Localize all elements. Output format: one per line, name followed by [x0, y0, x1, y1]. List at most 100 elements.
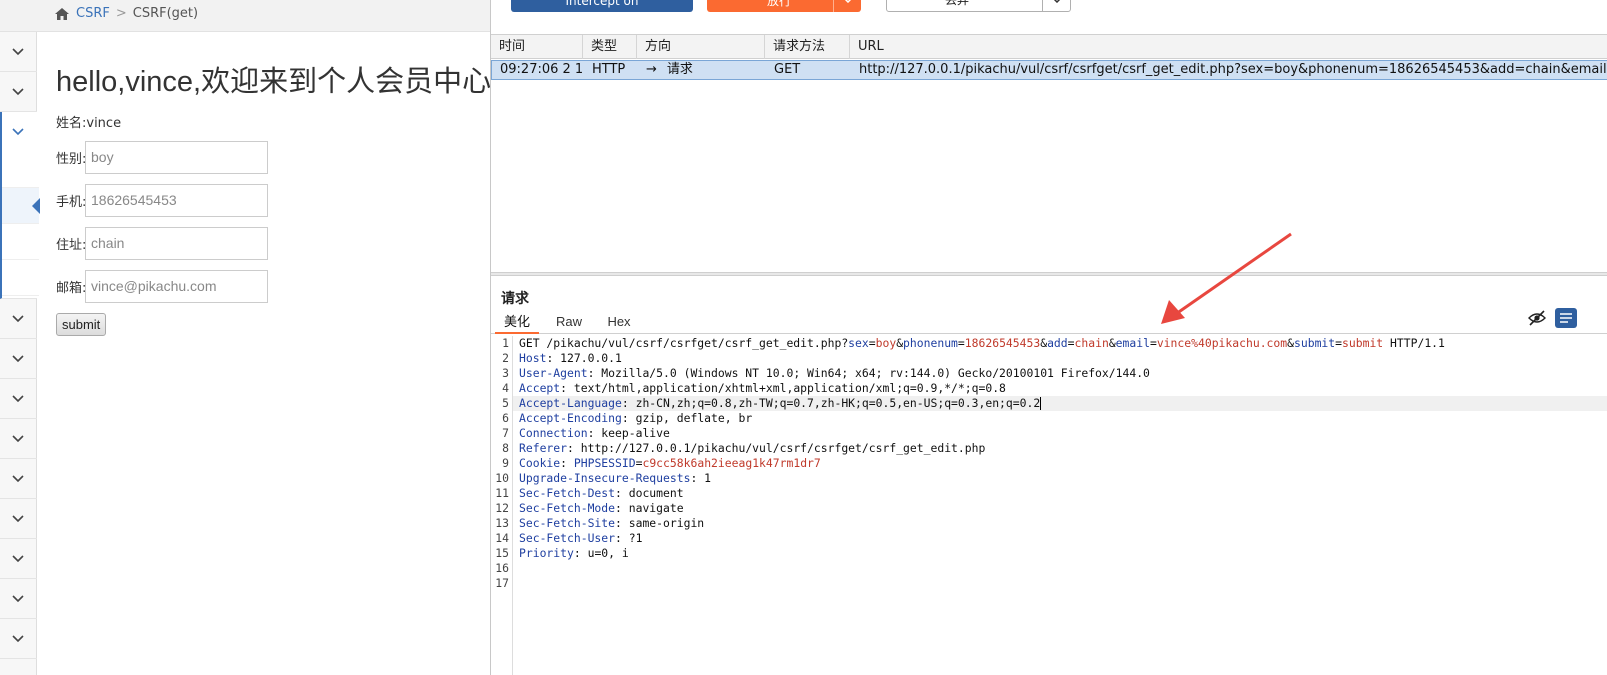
line-number: 15 — [495, 546, 509, 560]
param-value: 18626545453 — [964, 336, 1041, 350]
address-row: 住址: chain — [56, 227, 490, 260]
param-value: boy — [875, 336, 897, 350]
home-icon[interactable] — [54, 7, 70, 21]
column-header-type[interactable]: 类型 — [583, 35, 637, 59]
sidebar-subitem-csrf-get[interactable] — [2, 188, 40, 224]
sidebar-subitem[interactable] — [2, 260, 39, 296]
header-line: Sec-Fetch-Mode: navigate — [519, 501, 684, 515]
address-input[interactable]: chain — [85, 227, 268, 260]
sidebar-item[interactable] — [0, 539, 37, 579]
web-page: CSRF > CSRF(get) hello,vince,欢迎来到个人会员中心 … — [0, 0, 490, 675]
cell-type: HTTP — [592, 62, 626, 77]
column-header-method[interactable]: 请求方法 — [765, 35, 850, 59]
line-number: 4 — [502, 381, 509, 395]
sidebar-item[interactable] — [0, 339, 37, 379]
tab-raw[interactable]: Raw — [549, 312, 589, 334]
sidebar-subitem[interactable] — [2, 152, 39, 188]
header-name: Upgrade-Insecure-Requests — [519, 471, 691, 485]
chevron-down-icon — [12, 315, 24, 323]
header-value: zh-CN,zh;q=0.8,zh-TW;q=0.7,zh-HK;q=0.5,e… — [635, 396, 1041, 410]
breadcrumb: CSRF > CSRF(get) — [54, 6, 198, 21]
sidebar-item[interactable] — [0, 459, 37, 499]
options-menu-button[interactable] — [1555, 308, 1577, 328]
intercept-queue-table: 时间 类型 方向 请求方法 URL 09:27:06 2 1... HTTP →… — [491, 34, 1607, 274]
sidebar-item[interactable] — [0, 579, 37, 619]
phone-label: 手机: — [56, 195, 87, 210]
line-number: 8 — [502, 441, 509, 455]
forward-label: 放行 — [767, 0, 792, 8]
intercept-label: Intercept on — [565, 0, 639, 8]
chevron-down-icon — [12, 435, 24, 443]
sidebar-item[interactable] — [0, 419, 37, 459]
header-line: Priority: u=0, i — [519, 546, 629, 560]
table-header: 时间 类型 方向 请求方法 URL — [491, 35, 1607, 59]
column-header-direction[interactable]: 方向 — [637, 35, 765, 59]
name-line: 姓名:vince — [56, 116, 122, 131]
member-center-form: hello,vince,欢迎来到个人会员中心 姓名:vince 性别: boy … — [56, 58, 490, 336]
table-row[interactable]: 09:27:06 2 1... HTTP → 请求 GET http://127.… — [491, 60, 1607, 80]
sidebar — [0, 32, 40, 675]
email-input[interactable]: vince@pikachu.com — [85, 270, 268, 303]
header-name: Accept-Encoding — [519, 411, 622, 425]
sidebar-item[interactable] — [0, 619, 37, 659]
forward-menu-button[interactable] — [833, 0, 861, 12]
sidebar-item[interactable] — [0, 72, 37, 112]
intercept-toggle-button[interactable]: Intercept on — [511, 0, 693, 12]
sidebar-subitem[interactable] — [2, 224, 39, 260]
sidebar-item-csrf[interactable] — [0, 112, 40, 299]
page-title: hello,vince,欢迎来到个人会员中心 — [56, 66, 490, 98]
phone-row: 手机: 18626545453 — [56, 184, 490, 217]
sex-input[interactable]: boy — [85, 141, 268, 174]
direction-label: 请求 — [666, 62, 693, 77]
breadcrumb-section[interactable]: CSRF — [76, 6, 110, 21]
chevron-down-icon — [12, 355, 24, 363]
submit-button[interactable]: submit — [56, 313, 107, 336]
phone-input[interactable]: 18626545453 — [85, 184, 268, 217]
pane-splitter[interactable] — [491, 272, 1607, 276]
sidebar-item[interactable] — [0, 499, 37, 539]
line-number: 1 — [502, 336, 509, 350]
chevron-down-icon — [12, 635, 24, 643]
tab-pretty[interactable]: 美化 — [495, 312, 539, 334]
breadcrumb-current: CSRF(get) — [132, 6, 199, 21]
header-line: Accept: text/html,application/xhtml+xml,… — [519, 381, 1006, 395]
request-editor-pane: 请求 美化 Raw Hex 1 2 3 4 5 6 7 8 9 10 11 12 13 14 15 16 17 — [491, 278, 1607, 675]
line-number: 7 — [502, 426, 509, 440]
drop-label: 丢弃 — [945, 0, 970, 7]
param-value: submit — [1342, 336, 1384, 350]
header-line: Accept-Encoding: gzip, deflate, br — [519, 411, 753, 425]
tab-hex[interactable]: Hex — [599, 312, 639, 334]
sidebar-item[interactable] — [0, 379, 37, 419]
header-name: User-Agent — [519, 366, 588, 380]
page-topbar: CSRF > CSRF(get) — [0, 0, 490, 32]
cookie-value: c9cc58k6ah2ieeag1k47rm1dr7 — [642, 456, 821, 470]
lines-icon — [1560, 313, 1572, 323]
annotation-arrow-icon — [1161, 232, 1292, 324]
sidebar-item[interactable] — [0, 299, 37, 339]
drop-menu-button[interactable] — [1042, 0, 1070, 11]
header-name: Host — [519, 351, 547, 365]
request-view-tabs: 美化 Raw Hex — [491, 308, 1607, 334]
burp-proxy-panel: Intercept on 放行 丢弃 时间 类型 方向 请求方法 URL 09:… — [490, 0, 1607, 675]
drop-button[interactable]: 丢弃 — [886, 0, 1071, 12]
header-value: gzip, deflate, br — [635, 411, 753, 425]
forward-button[interactable]: 放行 — [707, 0, 861, 12]
request-editor[interactable]: 1 2 3 4 5 6 7 8 9 10 11 12 13 14 15 16 17 GET /pikachu/v… — [491, 336, 1607, 675]
sex-row: 性别: boy — [56, 141, 490, 174]
hide-eye-icon[interactable] — [1528, 310, 1546, 326]
cell-direction: → 请求 — [638, 61, 766, 79]
param-name: add — [1047, 336, 1068, 350]
chevron-down-icon — [12, 395, 24, 403]
header-value: navigate — [628, 501, 684, 515]
column-header-time[interactable]: 时间 — [491, 35, 583, 59]
line-number: 10 — [495, 471, 509, 485]
header-value: keep-alive — [601, 426, 670, 440]
header-line: User-Agent: Mozilla/5.0 (Windows NT 10.0… — [519, 366, 1150, 380]
header-line: Cookie: PHPSESSID=c9cc58k6ah2ieeag1k47rm… — [519, 456, 821, 470]
param-value: chain — [1074, 336, 1109, 350]
header-name: Accept — [519, 381, 561, 395]
header-name: Referer — [519, 441, 568, 455]
line-number: 17 — [495, 576, 509, 590]
column-header-url[interactable]: URL — [850, 35, 1607, 59]
sidebar-item[interactable] — [0, 32, 37, 72]
